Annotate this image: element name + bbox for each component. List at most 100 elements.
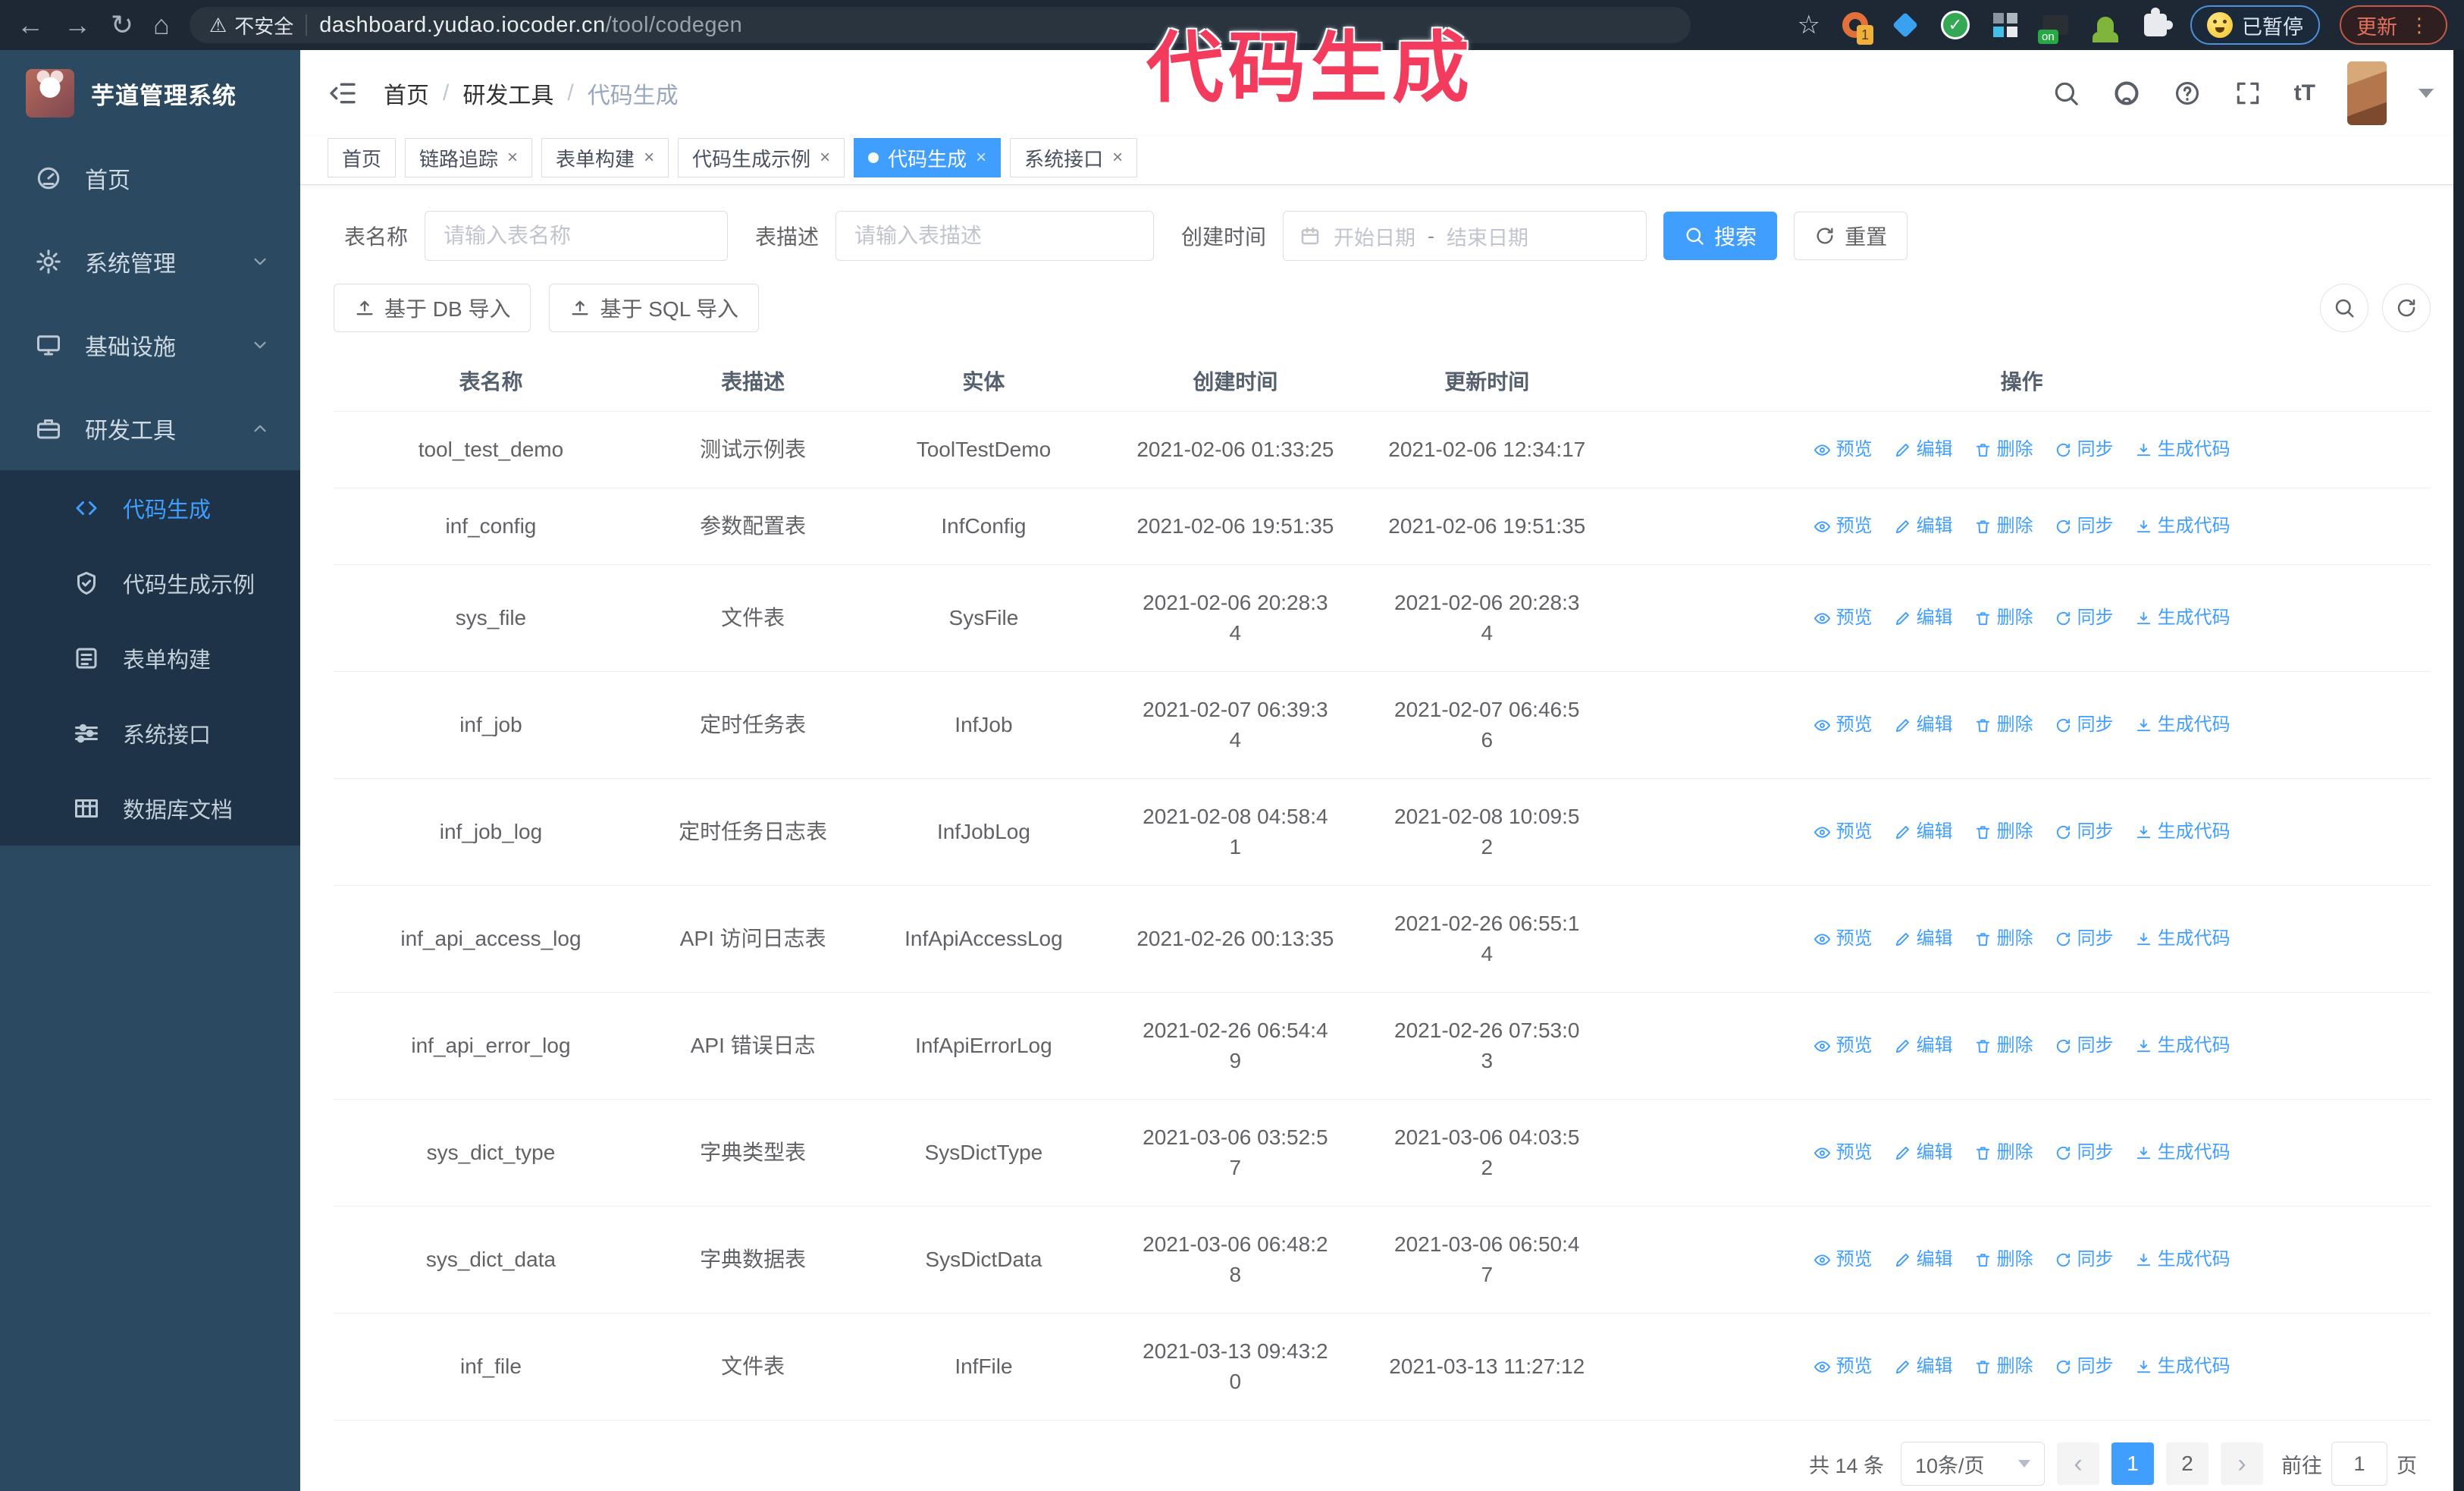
sync-action-link[interactable]: 同步 xyxy=(2055,603,2114,633)
sidebar-subitem-2[interactable]: 表单构建 xyxy=(0,620,300,695)
sidebar-fold-icon[interactable] xyxy=(328,78,358,108)
eye-action-link[interactable]: 预览 xyxy=(1814,511,1873,541)
trash-action-link[interactable]: 删除 xyxy=(1974,1031,2033,1061)
table-desc-input[interactable] xyxy=(835,211,1155,261)
trash-action-link[interactable]: 删除 xyxy=(1974,1245,2033,1275)
download-action-link[interactable]: 生成代码 xyxy=(2135,1351,2230,1382)
profile-paused-chip[interactable]: 已暂停 xyxy=(2190,5,2320,45)
extension-grid-icon[interactable] xyxy=(1990,10,2020,40)
pencil-action-link[interactable]: 编辑 xyxy=(1894,710,1953,740)
trash-action-link[interactable]: 删除 xyxy=(1974,817,2033,847)
tab-4[interactable]: 代码生成 × xyxy=(854,138,1002,177)
db-import-button[interactable]: 基于 DB 导入 xyxy=(334,284,531,332)
eye-action-link[interactable]: 预览 xyxy=(1814,1245,1873,1275)
pencil-action-link[interactable]: 编辑 xyxy=(1894,1351,1953,1382)
download-action-link[interactable]: 生成代码 xyxy=(2135,817,2230,847)
pencil-action-link[interactable]: 编辑 xyxy=(1894,603,1953,633)
search-button[interactable]: 搜索 xyxy=(1663,212,1778,260)
next-page-button[interactable]: › xyxy=(2221,1442,2263,1485)
pencil-action-link[interactable]: 编辑 xyxy=(1894,924,1953,954)
sql-import-button[interactable]: 基于 SQL 导入 xyxy=(549,284,760,332)
eye-action-link[interactable]: 预览 xyxy=(1814,710,1873,740)
sync-action-link[interactable]: 同步 xyxy=(2055,435,2114,465)
pencil-action-link[interactable]: 编辑 xyxy=(1894,1138,1953,1168)
sidebar-item-1[interactable]: 系统管理 xyxy=(0,220,300,303)
close-icon[interactable]: × xyxy=(507,147,518,168)
tab-5[interactable]: 系统接口 × xyxy=(1010,138,1138,177)
sidebar-item-2[interactable]: 基础设施 xyxy=(0,303,300,387)
eye-action-link[interactable]: 预览 xyxy=(1814,817,1873,847)
reset-button[interactable]: 重置 xyxy=(1794,212,1908,260)
sync-action-link[interactable]: 同步 xyxy=(2055,1031,2114,1061)
toggle-search-button[interactable] xyxy=(2320,284,2368,332)
sync-action-link[interactable]: 同步 xyxy=(2055,817,2114,847)
pencil-action-link[interactable]: 编辑 xyxy=(1894,511,1953,541)
sidebar-item-0[interactable]: 首页 xyxy=(0,137,300,220)
download-action-link[interactable]: 生成代码 xyxy=(2135,924,2230,954)
tab-2[interactable]: 表单构建 × xyxy=(541,138,669,177)
kebab-menu-icon[interactable]: ⋮ xyxy=(2409,14,2431,37)
forward-icon[interactable]: → xyxy=(64,11,91,39)
font-size-icon[interactable]: tT xyxy=(2294,80,2315,106)
breadcrumb-tools[interactable]: 研发工具 xyxy=(462,77,553,110)
sidebar-item-3[interactable]: 研发工具 xyxy=(0,387,300,470)
trash-action-link[interactable]: 删除 xyxy=(1974,710,2033,740)
close-icon[interactable]: × xyxy=(644,147,654,168)
trash-action-link[interactable]: 删除 xyxy=(1974,1351,2033,1382)
close-icon[interactable]: × xyxy=(820,147,830,168)
extension-green-check-icon[interactable]: ✓ xyxy=(1940,10,1970,40)
trash-action-link[interactable]: 删除 xyxy=(1974,603,2033,633)
pencil-action-link[interactable]: 编辑 xyxy=(1894,817,1953,847)
docs-question-icon[interactable] xyxy=(2173,79,2202,108)
download-action-link[interactable]: 生成代码 xyxy=(2135,603,2230,633)
sync-action-link[interactable]: 同步 xyxy=(2055,511,2114,541)
page-button-2[interactable]: 2 xyxy=(2166,1442,2209,1485)
extension-person-icon[interactable] xyxy=(2090,10,2121,42)
trash-action-link[interactable]: 删除 xyxy=(1974,1138,2033,1168)
sidebar-subitem-0[interactable]: 代码生成 xyxy=(0,470,300,545)
not-secure-warning[interactable]: ⚠ 不安全 xyxy=(209,11,293,39)
eye-action-link[interactable]: 预览 xyxy=(1814,1031,1873,1061)
goto-page-input[interactable] xyxy=(2331,1442,2387,1486)
home-icon[interactable]: ⌂ xyxy=(153,11,170,39)
pencil-action-link[interactable]: 编辑 xyxy=(1894,1245,1953,1275)
user-avatar[interactable] xyxy=(2347,61,2387,125)
download-action-link[interactable]: 生成代码 xyxy=(2135,710,2230,740)
chrome-update-button[interactable]: 更新 ⋮ xyxy=(2340,5,2447,45)
extension-switch-icon[interactable] xyxy=(2038,10,2071,44)
breadcrumb-home[interactable]: 首页 xyxy=(384,77,429,110)
sync-action-link[interactable]: 同步 xyxy=(2055,1138,2114,1168)
tab-1[interactable]: 链路追踪 × xyxy=(405,138,533,177)
github-icon[interactable] xyxy=(2112,79,2141,108)
table-name-input[interactable] xyxy=(425,211,729,261)
download-action-link[interactable]: 生成代码 xyxy=(2135,1031,2230,1061)
download-action-link[interactable]: 生成代码 xyxy=(2135,1138,2230,1168)
page-button-1[interactable]: 1 xyxy=(2111,1442,2154,1485)
prev-page-button[interactable]: ‹ xyxy=(2057,1442,2099,1485)
reload-icon[interactable]: ↻ xyxy=(111,11,133,39)
eye-action-link[interactable]: 预览 xyxy=(1814,924,1873,954)
extension-orange-icon[interactable]: 1 xyxy=(1840,10,1873,45)
close-icon[interactable]: × xyxy=(976,147,986,168)
sync-action-link[interactable]: 同步 xyxy=(2055,1351,2114,1382)
sync-action-link[interactable]: 同步 xyxy=(2055,1245,2114,1275)
extension-puzzle-icon[interactable] xyxy=(2140,8,2173,40)
sync-action-link[interactable]: 同步 xyxy=(2055,924,2114,954)
download-action-link[interactable]: 生成代码 xyxy=(2135,435,2230,465)
download-action-link[interactable]: 生成代码 xyxy=(2135,1245,2230,1275)
browser-scrollbar[interactable] xyxy=(2453,50,2464,1491)
bookmark-star-icon[interactable]: ☆ xyxy=(1798,10,1820,40)
pencil-action-link[interactable]: 编辑 xyxy=(1894,435,1953,465)
page-size-select[interactable]: 10条/页 xyxy=(1901,1442,2045,1486)
chevron-down-icon[interactable] xyxy=(2419,89,2434,98)
sidebar-subitem-4[interactable]: 数据库文档 xyxy=(0,771,300,846)
search-icon[interactable] xyxy=(2052,79,2080,108)
back-icon[interactable]: ← xyxy=(17,11,44,39)
extension-diamond-icon[interactable] xyxy=(1890,10,1920,40)
tab-3[interactable]: 代码生成示例 × xyxy=(678,138,845,177)
fullscreen-icon[interactable] xyxy=(2234,79,2262,108)
refresh-table-button[interactable] xyxy=(2382,284,2431,332)
eye-action-link[interactable]: 预览 xyxy=(1814,1351,1873,1382)
logo[interactable]: 芋道管理系统 xyxy=(0,50,300,137)
pencil-action-link[interactable]: 编辑 xyxy=(1894,1031,1953,1061)
